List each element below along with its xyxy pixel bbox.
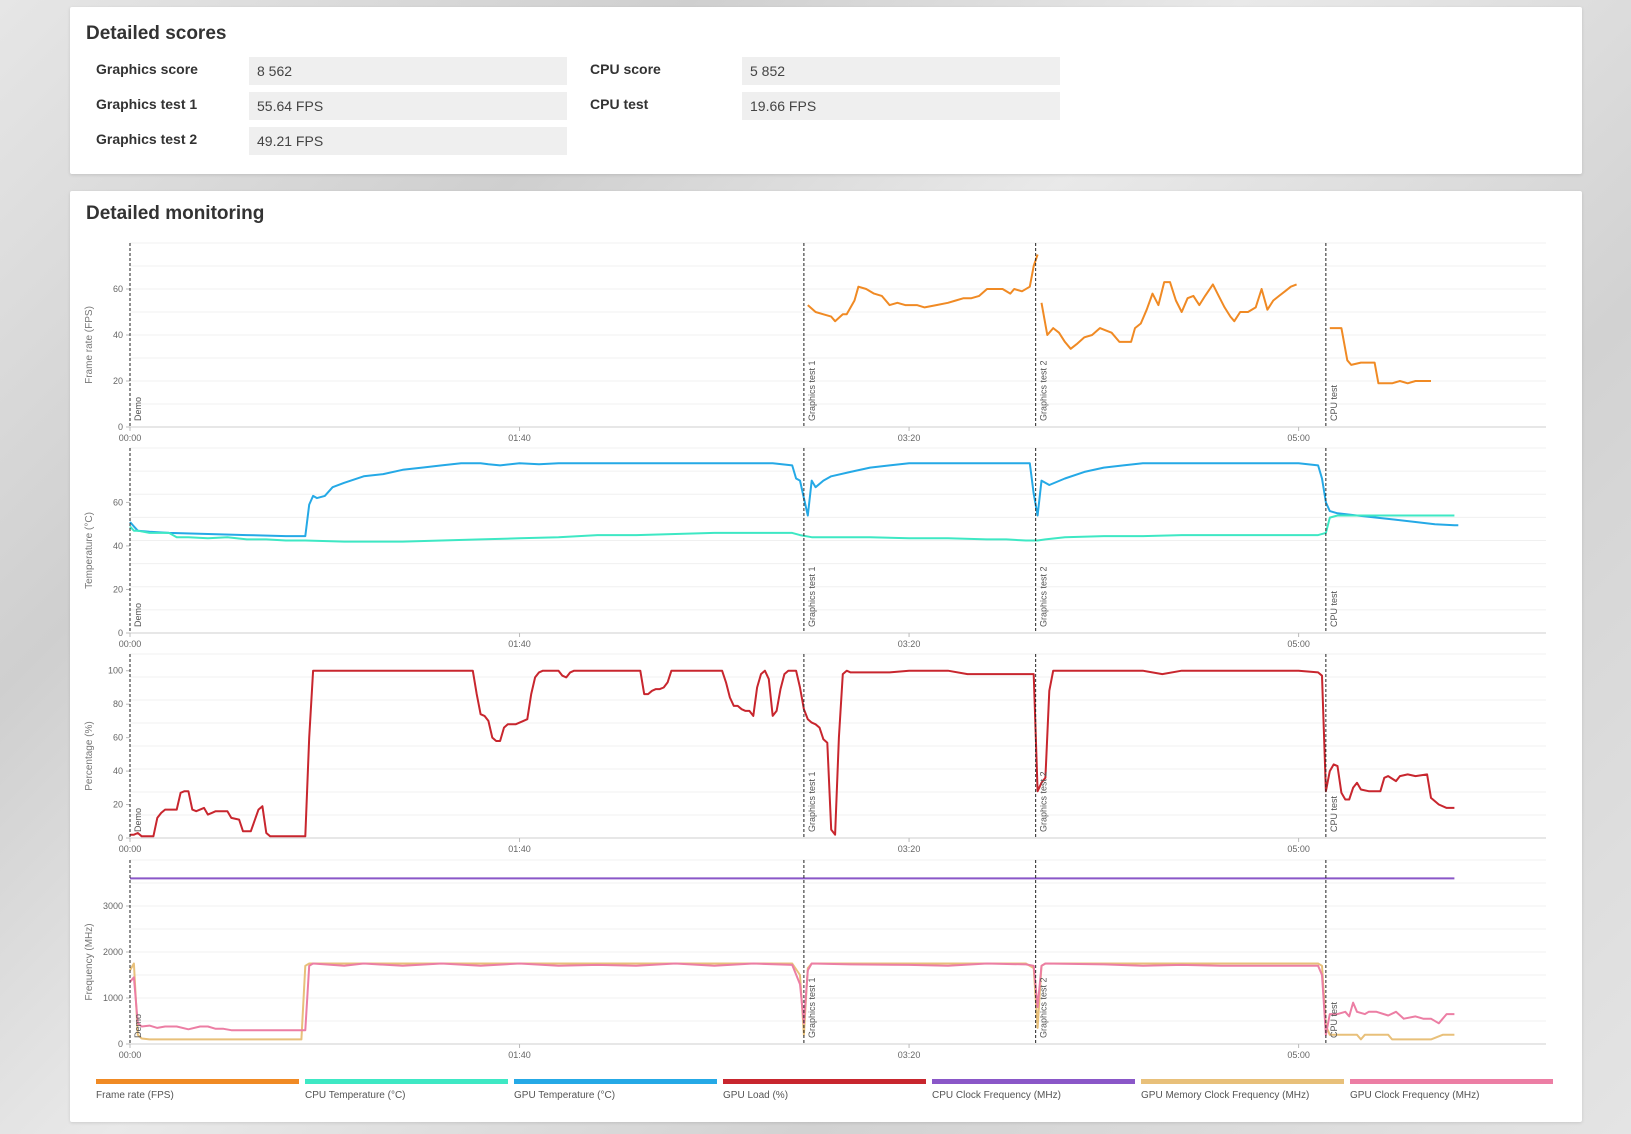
detailed-scores-panel: Detailed scores Graphics score 8 562 Gra…: [70, 7, 1582, 174]
y-axis-label: Percentage (%): [84, 721, 95, 790]
series-line-frame-rate-fps: [807, 254, 1039, 323]
series-line-gpu-temperature-c: [129, 462, 1459, 538]
x-tick-label: 03:20: [898, 639, 921, 649]
test-marker-label: Graphics test 2: [1039, 771, 1049, 832]
x-tick-label: 05:00: [1287, 1050, 1310, 1060]
test-marker-label: Graphics test 1: [807, 360, 817, 421]
test-marker-label: Graphics test 2: [1039, 566, 1049, 627]
legend-gpu-memory-clock-frequency[interactable]: GPU Memory Clock Frequency (MHz): [1141, 1079, 1344, 1101]
monitoring-charts: 0 20 40 60 Frame rate (FPS) 00:00 01:40 03:20 05…: [84, 242, 1546, 1060]
legend-color-swatch: [932, 1079, 1135, 1084]
x-tick-label: 01:40: [508, 639, 531, 649]
test-marker-label: Graphics test 2: [1039, 977, 1049, 1038]
y-tick-label: 40: [113, 766, 123, 776]
series-line-gpu-clock-frequency-mhz: [129, 962, 1455, 1036]
x-tick-label: 05:00: [1287, 844, 1310, 854]
series-line-gpu-load: [130, 669, 1455, 838]
y-tick-label: 80: [113, 699, 123, 709]
cpu-test-label: CPU test: [590, 96, 649, 112]
series-line-cpu-temperature-c: [129, 514, 1455, 543]
series-line-frame-rate-fps: [1040, 281, 1297, 350]
series-line-frame-rate-fps: [1329, 327, 1431, 385]
cpu-test-value: 19.66 FPS: [742, 92, 1060, 120]
graphics-score-label: Graphics score: [96, 61, 198, 77]
y-tick-label: 0: [118, 628, 123, 638]
legend-label: Frame rate (FPS): [96, 1090, 174, 1101]
detailed-monitoring-panel: Detailed monitoring 0 20 40 60 Frame rate (F…: [70, 191, 1582, 1122]
legend-label: CPU Temperature (°C): [305, 1090, 406, 1101]
legend-cpu-temperature[interactable]: CPU Temperature (°C): [305, 1079, 508, 1101]
graphics-test-2-value: 49.21 FPS: [249, 127, 567, 155]
x-tick-label: 05:00: [1287, 433, 1310, 443]
legend-label: CPU Clock Frequency (MHz): [932, 1090, 1061, 1101]
legend-frame-rate[interactable]: Frame rate (FPS): [96, 1079, 299, 1101]
x-tick-label: 03:20: [898, 433, 921, 443]
x-tick-label: 03:20: [898, 844, 921, 854]
detailed-scores-title: Detailed scores: [86, 23, 227, 44]
y-tick-label: 60: [113, 733, 123, 743]
legend-color-swatch: [514, 1079, 717, 1084]
test-marker-label: Graphics test 2: [1039, 360, 1049, 421]
y-tick-label: 100: [108, 666, 123, 676]
test-marker-label: Graphics test 1: [807, 977, 817, 1038]
x-tick-label: 05:00: [1287, 639, 1310, 649]
cpu-score-label: CPU score: [590, 61, 661, 77]
test-marker-label: Graphics test 1: [807, 566, 817, 627]
y-tick-label: 0: [118, 422, 123, 432]
graphics-test-1-value: 55.64 FPS: [249, 92, 567, 120]
test-marker-label: Demo: [133, 808, 143, 832]
x-tick-label: 01:40: [508, 433, 531, 443]
graphics-test-1-label: Graphics test 1: [96, 96, 198, 112]
y-axis-label: Frame rate (FPS): [84, 306, 95, 384]
legend-color-swatch: [1141, 1079, 1344, 1084]
y-tick-label: 0: [118, 1039, 123, 1049]
legend-color-swatch: [1350, 1079, 1553, 1084]
y-axis-label: Temperature (°C): [84, 512, 95, 589]
x-tick-label: 00:00: [119, 844, 142, 854]
test-marker-label: Demo: [133, 1014, 143, 1038]
cpu-score-value: 5 852: [742, 57, 1060, 85]
test-marker-label: CPU test: [1329, 795, 1339, 832]
legend-label: GPU Memory Clock Frequency (MHz): [1141, 1090, 1310, 1101]
y-tick-label: 1000: [103, 993, 123, 1003]
test-marker-label: CPU test: [1329, 590, 1339, 627]
y-tick-label: 60: [113, 497, 123, 507]
graphics-test-2-label: Graphics test 2: [96, 131, 198, 147]
legend-gpu-clock-frequency[interactable]: GPU Clock Frequency (MHz): [1350, 1079, 1553, 1101]
y-tick-label: 40: [113, 330, 123, 340]
test-marker-label: Demo: [133, 603, 143, 627]
y-tick-label: 2000: [103, 947, 123, 957]
legend-color-swatch: [96, 1079, 299, 1084]
y-axis-label: Frequency (MHz): [84, 923, 95, 1000]
x-tick-label: 01:40: [508, 1050, 531, 1060]
legend-gpu-load[interactable]: GPU Load (%): [723, 1079, 926, 1101]
legend-cpu-clock-frequency[interactable]: CPU Clock Frequency (MHz): [932, 1079, 1135, 1101]
y-tick-label: 40: [113, 541, 123, 551]
y-tick-label: 0: [118, 833, 123, 843]
y-tick-label: 20: [113, 584, 123, 594]
y-tick-label: 20: [113, 376, 123, 386]
test-marker-label: Demo: [133, 397, 143, 421]
legend-label: GPU Clock Frequency (MHz): [1350, 1090, 1480, 1101]
y-tick-label: 20: [113, 800, 123, 810]
legend-label: GPU Temperature (°C): [514, 1090, 616, 1101]
x-tick-label: 01:40: [508, 844, 531, 854]
legend-color-swatch: [305, 1079, 508, 1084]
test-marker-label: Graphics test 1: [807, 771, 817, 832]
x-tick-label: 00:00: [119, 1050, 142, 1060]
legend-label: GPU Load (%): [723, 1090, 789, 1101]
test-marker-label: CPU test: [1329, 384, 1339, 421]
legend-color-swatch: [723, 1079, 926, 1084]
x-tick-label: 00:00: [119, 433, 142, 443]
y-tick-label: 3000: [103, 901, 123, 911]
test-marker-label: CPU test: [1329, 1001, 1339, 1038]
graphics-score-value: 8 562: [249, 57, 567, 85]
x-tick-label: 03:20: [898, 1050, 921, 1060]
legend-gpu-temperature[interactable]: GPU Temperature (°C): [514, 1079, 717, 1101]
y-tick-label: 60: [113, 284, 123, 294]
x-tick-label: 00:00: [119, 639, 142, 649]
